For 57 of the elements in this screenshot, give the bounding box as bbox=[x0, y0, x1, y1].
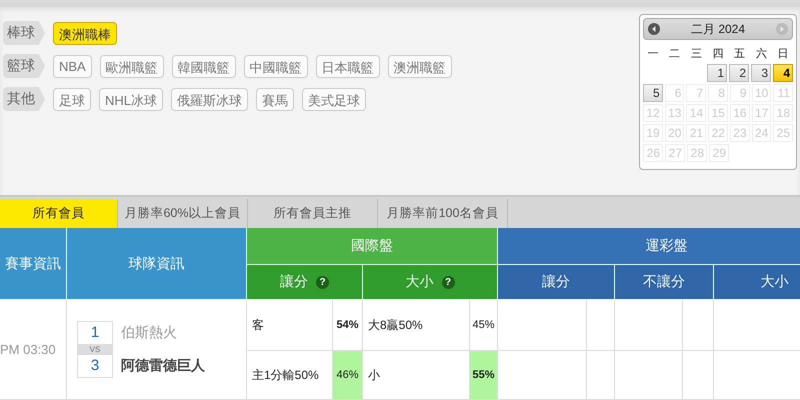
column-header: 賽事資訊 bbox=[0, 228, 67, 300]
league-chip[interactable]: NHL冰球 bbox=[99, 88, 164, 110]
column-header-text: 大小 bbox=[406, 273, 434, 291]
calendar-day[interactable]: 2 bbox=[729, 64, 749, 82]
weekday-label: 日 bbox=[776, 47, 790, 61]
league-chip[interactable]: 澳洲職籃 bbox=[388, 54, 452, 78]
category-label: 其他 bbox=[3, 87, 45, 111]
odds-cell: 客 bbox=[247, 300, 333, 351]
league-chip[interactable]: 俄羅斯冰球 bbox=[171, 88, 248, 110]
team-seed: 1 bbox=[77, 321, 113, 345]
weekday-label: 六 bbox=[754, 46, 768, 61]
vs-label: VS bbox=[77, 345, 113, 354]
weekday-label: 二 bbox=[668, 47, 682, 61]
column-header: 不讓分 bbox=[615, 265, 714, 300]
team-seed: 3 bbox=[77, 354, 113, 378]
empty-odds-cell bbox=[615, 351, 683, 400]
empty-odds-cell bbox=[683, 351, 714, 400]
team-name: 伯斯熱火 bbox=[121, 324, 177, 342]
category-label: 棒球 bbox=[3, 21, 45, 45]
league-chip[interactable]: 美式足球 bbox=[302, 88, 366, 110]
team-name: 阿德雷德巨人 bbox=[121, 357, 205, 375]
category-label: 籃球 bbox=[3, 54, 45, 78]
calendar-day[interactable]: 3 bbox=[751, 64, 771, 82]
calendar-day[interactable]: 4 bbox=[773, 64, 793, 82]
calendar-day[interactable]: 1 bbox=[707, 64, 727, 82]
empty-odds-cell bbox=[683, 300, 714, 351]
month-title: 二月 2024 bbox=[690, 20, 746, 38]
league-chip[interactable]: 澳洲職棒 bbox=[53, 22, 117, 44]
member-tab[interactable]: 所有會員 bbox=[0, 199, 118, 228]
league-chip[interactable]: NBA bbox=[53, 54, 92, 78]
game-time: PM 03:30 bbox=[0, 300, 67, 400]
column-header-text: 讓分 bbox=[280, 273, 308, 291]
league-chip[interactable]: 賽馬 bbox=[256, 88, 294, 110]
percent-cell: 46% bbox=[333, 351, 363, 400]
league-chip[interactable]: 日本職籃 bbox=[316, 54, 380, 78]
league-chip[interactable]: 中國職籃 bbox=[244, 54, 308, 78]
league-chip[interactable]: 韓國職籃 bbox=[172, 54, 236, 78]
weekday-label: 三 bbox=[690, 47, 703, 61]
league-chip[interactable]: 足球 bbox=[53, 88, 91, 110]
help-icon[interactable]: ? bbox=[442, 276, 454, 288]
empty-odds-cell bbox=[615, 300, 683, 351]
league-chip[interactable]: 歐洲職籃 bbox=[100, 54, 164, 78]
calendar-day[interactable]: 5 bbox=[643, 84, 663, 102]
column-header: 讓分 bbox=[498, 265, 615, 300]
help-icon[interactable]: ? bbox=[316, 276, 329, 288]
weekday-label: 五 bbox=[733, 47, 746, 61]
column-header: 球隊資訊 bbox=[67, 228, 247, 300]
previous-month-icon[interactable] bbox=[648, 23, 660, 35]
column-header: 運彩盤 bbox=[498, 228, 800, 265]
empty-odds-cell bbox=[587, 351, 615, 400]
percent-cell: 55% bbox=[470, 351, 498, 400]
odds-cell: 大8贏50% bbox=[363, 300, 470, 351]
empty-odds-cell bbox=[587, 300, 615, 351]
weekday-label: 四 bbox=[711, 47, 724, 61]
column-header: 大小 bbox=[714, 265, 800, 300]
column-header: 國際盤 bbox=[247, 228, 498, 265]
weekday-label: 一 bbox=[646, 47, 660, 61]
